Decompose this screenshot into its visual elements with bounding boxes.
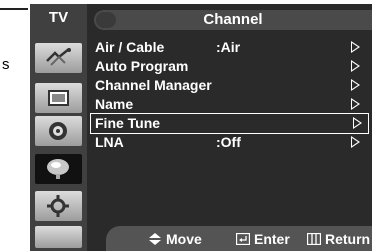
menu-item-label: Fine Tune xyxy=(95,115,161,131)
footer-return: Return xyxy=(307,231,370,247)
external-line xyxy=(0,8,28,10)
menu-item-label: LNA xyxy=(95,134,124,150)
menu-item-name[interactable]: Name xyxy=(89,95,372,114)
tv-menu-window: TV Channel Air / Cable:Air Auto Program… xyxy=(30,4,372,251)
menu-item-label: Auto Program xyxy=(95,58,189,74)
enter-icon xyxy=(236,233,250,245)
menu-item-fine-tune[interactable]: Fine Tune xyxy=(90,113,369,134)
up-down-icon xyxy=(149,233,161,245)
menu-item-auto-program[interactable]: Auto Program xyxy=(89,57,372,76)
right-arrow-icon xyxy=(351,79,360,91)
return-icon xyxy=(307,233,321,245)
right-arrow-icon xyxy=(351,98,360,110)
sidebar: TV xyxy=(30,4,87,251)
sound-icon[interactable] xyxy=(35,83,82,113)
channel-menu-list: Air / Cable :Air Auto Program Channel Ma… xyxy=(89,38,372,152)
menu-item-label: Air / Cable xyxy=(95,39,165,55)
setup-icon[interactable] xyxy=(35,154,82,184)
menu-item-label: Name xyxy=(95,96,134,112)
channel-icon[interactable] xyxy=(35,116,82,146)
footer-return-label: Return xyxy=(325,231,371,247)
footer-enter: Enter xyxy=(236,231,290,247)
input-icon[interactable] xyxy=(35,191,82,221)
picture-icon[interactable] xyxy=(35,43,82,73)
right-arrow-icon xyxy=(353,117,362,129)
menu-item-air-cable[interactable]: Air / Cable :Air xyxy=(89,38,372,57)
right-arrow-icon xyxy=(351,136,360,148)
menu-item-label: Channel Manager xyxy=(95,77,212,93)
menu-item-value: :Air xyxy=(216,39,241,55)
footer-move: Move xyxy=(148,231,202,247)
menu-item-value: :Off xyxy=(216,134,241,150)
sidebar-title: TV xyxy=(48,9,69,26)
footer-bar: Move Enter Return xyxy=(106,226,372,251)
menu-item-lna[interactable]: LNA :Off xyxy=(89,133,372,152)
menu-header: Channel xyxy=(94,10,372,30)
right-arrow-icon xyxy=(351,60,360,72)
menu-item-channel-manager[interactable]: Channel Manager xyxy=(89,76,372,95)
external-text: s xyxy=(2,56,10,73)
right-arrow-icon xyxy=(351,41,360,53)
application-icon[interactable] xyxy=(35,226,82,248)
footer-move-label: Move xyxy=(166,231,202,247)
menu-title: Channel xyxy=(203,11,263,28)
footer-enter-label: Enter xyxy=(254,231,290,247)
